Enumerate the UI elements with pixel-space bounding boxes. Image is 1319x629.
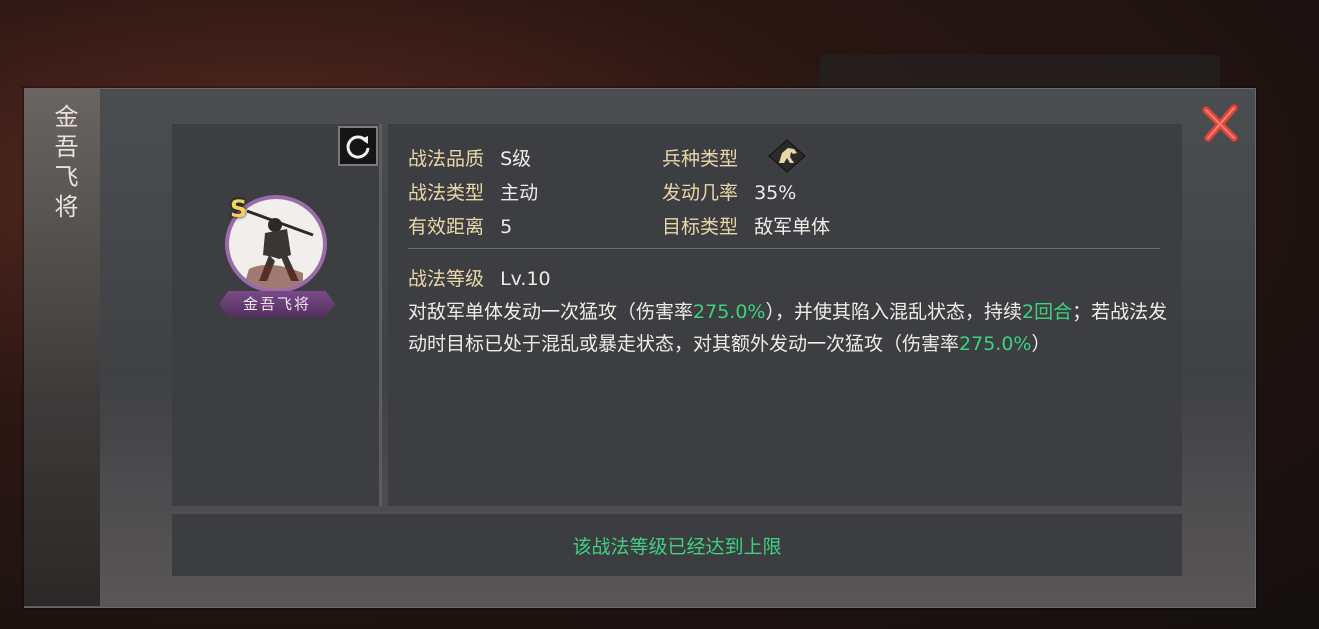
level-row: 战法等级 Lv.10 <box>408 264 551 291</box>
quality-value: S级 <box>500 148 532 170</box>
desc-damage-rate-2: 275.0% <box>959 333 1032 355</box>
troop-row: 兵种类型 <box>662 144 738 171</box>
refresh-icon <box>346 135 370 159</box>
desc-text-1: 对敌军单体发动一次猛攻（伤害率 <box>408 301 694 323</box>
close-icon <box>1202 104 1238 142</box>
desc-text-4: ） <box>1031 333 1051 355</box>
desc-text-2: ），并使其陷入混乱状态，持续 <box>765 301 1022 323</box>
horse-icon <box>768 139 806 173</box>
target-value: 敌军单体 <box>754 216 831 238</box>
refresh-button[interactable] <box>338 126 378 166</box>
range-row: 有效距离 5 <box>408 212 512 239</box>
skill-description: 对敌军单体发动一次猛攻（伤害率275.0%），并使其陷入混乱状态，持续2回合；若… <box>408 296 1168 360</box>
chance-row: 发动几率 35% <box>662 178 796 205</box>
type-value: 主动 <box>500 182 539 204</box>
max-level-bar: 该战法等级已经达到上限 <box>172 514 1182 576</box>
info-divider <box>408 248 1160 249</box>
chance-label: 发动几率 <box>662 182 739 204</box>
desc-duration: 2回合 <box>1021 301 1073 323</box>
dialog-title: 金吾飞将 <box>50 104 78 224</box>
level-value: Lv.10 <box>500 268 551 290</box>
range-value: 5 <box>500 216 513 238</box>
level-label: 战法等级 <box>408 268 485 290</box>
max-level-message: 该战法等级已经达到上限 <box>572 535 782 558</box>
quality-row: 战法品质 S级 <box>408 144 531 171</box>
quality-label: 战法品质 <box>408 148 485 170</box>
desc-damage-rate-1: 275.0% <box>693 301 766 323</box>
type-label: 战法类型 <box>408 182 485 204</box>
hero-name-plate: 金吾飞将 <box>219 291 335 317</box>
troop-label: 兵种类型 <box>662 148 739 170</box>
chance-value: 35% <box>754 182 797 204</box>
hero-grade-badge: S <box>230 195 248 223</box>
range-label: 有效距离 <box>408 216 485 238</box>
type-row: 战法类型 主动 <box>408 178 538 205</box>
close-button[interactable] <box>1202 104 1240 142</box>
target-row: 目标类型 敌军单体 <box>662 212 830 239</box>
target-label: 目标类型 <box>662 216 739 238</box>
